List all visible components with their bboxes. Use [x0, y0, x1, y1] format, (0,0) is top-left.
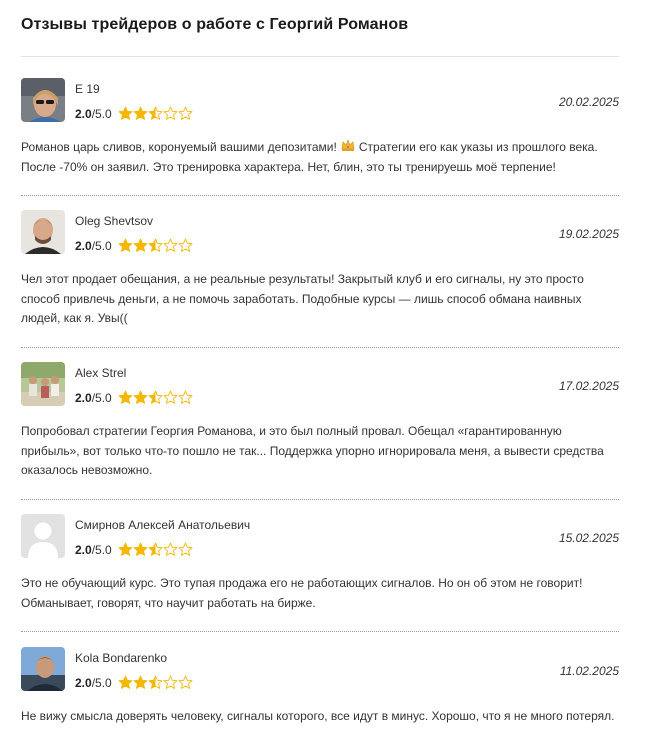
title-divider [21, 56, 619, 57]
star-full-icon [118, 390, 133, 404]
star-rating [118, 238, 193, 253]
rating: 2.0/5.0 [75, 106, 193, 121]
rating-max: /5.0 [91, 542, 112, 557]
rating: 2.0/5.0 [75, 390, 193, 405]
avatar[interactable] [21, 78, 65, 122]
star-full-icon [133, 106, 148, 120]
star-full-icon [133, 238, 148, 252]
rating: 2.0/5.0 [75, 542, 193, 557]
review-text: Попробовал стратегии Георгия Романова, и… [21, 424, 604, 477]
rating-value: 2.0 [75, 390, 92, 405]
star-full-icon [118, 675, 133, 689]
star-empty-icon [178, 390, 193, 404]
review-text: Это не обучающий курс. Это тупая продажа… [21, 576, 583, 610]
rating-max: /5.0 [91, 238, 112, 253]
star-rating [118, 106, 193, 121]
rating: 2.0/5.0 [75, 675, 193, 690]
star-empty-icon [163, 106, 178, 120]
star-empty-icon [163, 542, 178, 556]
star-half-icon [148, 238, 163, 252]
star-full-icon [118, 238, 133, 252]
page-title: Отзывы трейдеров о работе с Георгий Рома… [21, 16, 409, 33]
reviews-page: Отзывы трейдеров о работе с Георгий Рома… [0, 0, 651, 746]
star-rating [118, 390, 193, 405]
reviewer-name: Смирнов Алексей Анатольевич [75, 518, 251, 532]
star-rating [118, 542, 193, 557]
review-text-part: Романов царь сливов, коронуемый вашими д… [21, 140, 337, 154]
star-empty-icon [163, 675, 178, 689]
star-half-icon [148, 542, 163, 556]
rating-max: /5.0 [91, 390, 112, 405]
star-full-icon [133, 675, 148, 689]
rating-value: 2.0 [75, 542, 92, 557]
star-empty-icon [178, 675, 193, 689]
rating: 2.0/5.0 [75, 238, 193, 253]
review-date: 20.02.2025 [558, 95, 619, 109]
star-full-icon [133, 390, 148, 404]
avatar[interactable] [21, 362, 65, 406]
rating-max: /5.0 [91, 106, 112, 121]
review-separator [21, 347, 619, 348]
avatar[interactable] [21, 210, 65, 254]
review-separator [21, 195, 619, 196]
rating-max: /5.0 [91, 675, 112, 690]
reviewer-name: E 19 [75, 82, 100, 96]
star-half-icon [148, 390, 163, 404]
star-full-icon [118, 106, 133, 120]
avatar[interactable] [21, 647, 65, 691]
rating-value: 2.0 [75, 238, 92, 253]
reviewer-name: Kola Bondarenko [75, 651, 168, 665]
star-empty-icon [178, 542, 193, 556]
star-half-icon [148, 675, 163, 689]
star-half-icon [148, 106, 163, 120]
star-empty-icon [163, 238, 178, 252]
review-text: Чел этот продает обещания, а не реальные… [21, 272, 584, 325]
review-separator [21, 499, 619, 500]
star-full-icon [118, 542, 133, 556]
review-date: 11.02.2025 [559, 664, 619, 678]
star-empty-icon [163, 390, 178, 404]
star-empty-icon [178, 106, 193, 120]
rating-value: 2.0 [75, 106, 92, 121]
review-date: 19.02.2025 [558, 227, 619, 241]
reviewer-name: Alex Strel [75, 366, 127, 380]
star-rating [118, 675, 193, 690]
default-user-avatar-icon[interactable] [21, 514, 65, 558]
star-full-icon [133, 542, 148, 556]
rating-value: 2.0 [75, 675, 92, 690]
review-date: 15.02.2025 [558, 531, 619, 545]
crown-icon [341, 138, 355, 158]
review-date: 17.02.2025 [558, 379, 619, 393]
star-empty-icon [178, 238, 193, 252]
review-text: Не вижу смысла доверять человеку, сигнал… [21, 709, 615, 723]
reviewer-name: Oleg Shevtsov [75, 214, 154, 228]
review-text: Романов царь сливов, коронуемый вашими д… [21, 138, 619, 177]
review-separator [21, 631, 619, 632]
